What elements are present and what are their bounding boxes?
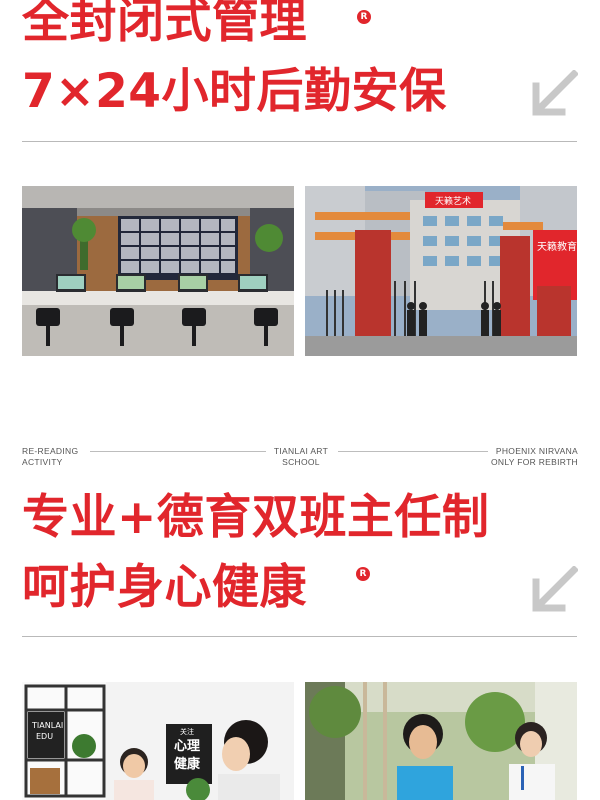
tagline-right-line2: ONLY FOR REBIRTH: [491, 457, 578, 467]
registered-mark-icon: R: [356, 567, 370, 581]
poster-line1: 心理: [174, 739, 200, 754]
tagline-divider: [90, 451, 266, 452]
tagline-bar: RE-READING ACTIVITY TIANLAI ART SCHOOL P…: [22, 446, 578, 476]
tagline-divider: [338, 451, 488, 452]
tagline-right-line1: PHOENIX NIRVANA: [495, 446, 578, 456]
school-sign-top: 天籁艺术: [435, 195, 471, 207]
tagline-left: RE-READING ACTIVITY: [22, 446, 78, 468]
tagline-left-line2: ACTIVITY: [22, 457, 63, 467]
counseling-photo: TIANLAI EDU 关注 心理 健康: [22, 682, 294, 800]
poster-small: 关注: [180, 727, 194, 736]
divider: [22, 636, 577, 637]
tagline-right: PHOENIX NIRVANA ONLY FOR REBIRTH: [491, 446, 578, 468]
section2-title-line1: 专业+德育双班主任制: [22, 490, 490, 545]
arrow-down-left-icon: [532, 566, 578, 612]
tianlai-logo-line1: TIANLAI: [31, 721, 63, 730]
school-sign-side: 天籁教育: [537, 240, 577, 253]
teachers-photo: [305, 682, 577, 800]
section1-title-line1: 全封闭式管理: [22, 0, 307, 49]
tianlai-logo-line2: EDU: [36, 732, 53, 741]
section2-title-line2: 呵护身心健康: [22, 560, 307, 615]
tagline-center: TIANLAI ART SCHOOL: [270, 446, 332, 468]
tagline-left-line1: RE-READING: [22, 446, 79, 456]
section1-title-line2: 7×24小时后勤安保: [22, 64, 447, 119]
registered-mark-icon: R: [357, 10, 371, 24]
arrow-down-left-icon: [532, 70, 578, 116]
tagline-center-line2: SCHOOL: [282, 457, 320, 467]
divider: [22, 141, 577, 142]
school-gate-photo: 天籁艺术 天籁教育: [305, 186, 577, 356]
control-room-photo: [22, 186, 294, 356]
tagline-center-line1: TIANLAI ART: [273, 446, 329, 456]
poster-line2: 健康: [174, 756, 201, 772]
